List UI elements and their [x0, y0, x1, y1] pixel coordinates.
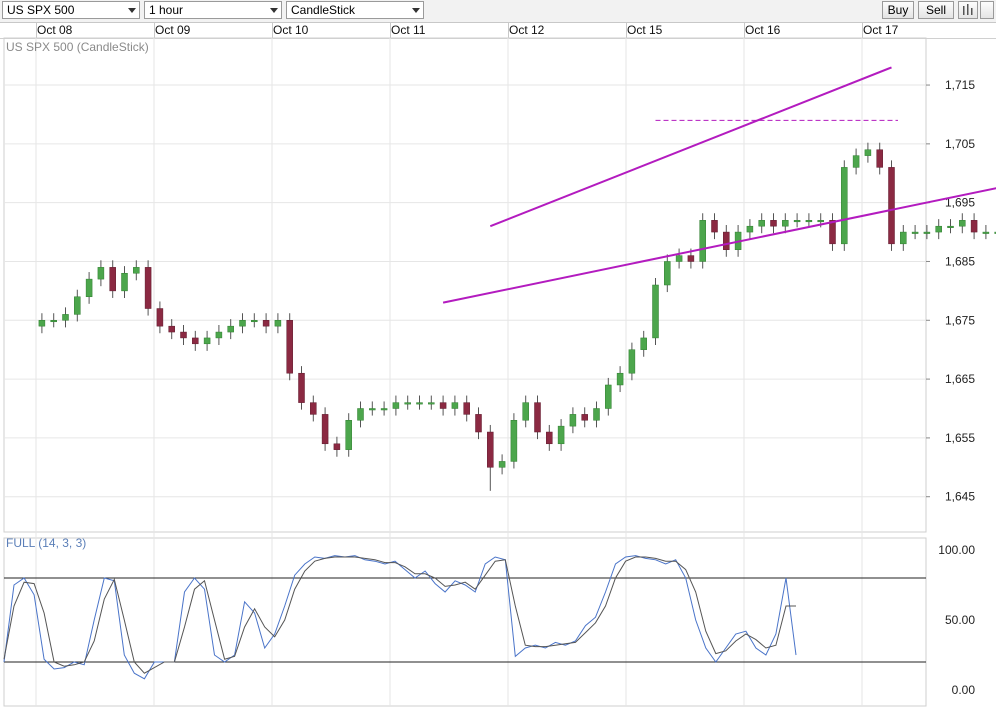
price-tick-label: 1,705 — [945, 137, 975, 151]
candle — [227, 325, 234, 333]
candle — [546, 431, 553, 445]
stoch-tick-label: 0.00 — [952, 683, 976, 697]
candle — [888, 167, 895, 245]
candle — [487, 431, 494, 468]
candle — [510, 420, 518, 462]
candle — [369, 408, 376, 411]
candle — [357, 408, 364, 421]
price-tick-label: 1,675 — [945, 313, 975, 327]
candle — [534, 402, 541, 433]
candle — [180, 331, 187, 339]
candle — [817, 220, 824, 223]
candle — [640, 337, 647, 350]
candle — [923, 231, 931, 234]
candle — [215, 331, 223, 339]
candle — [911, 231, 919, 234]
candle — [451, 402, 459, 409]
channel-lower-line — [442, 187, 996, 304]
candle — [959, 220, 966, 227]
candle — [581, 414, 588, 421]
price-panel-title: US SPX 500 (CandleStick) — [6, 40, 149, 54]
candle — [38, 320, 46, 327]
price-tick-label: 1,685 — [945, 254, 975, 268]
price-panel-frame — [3, 37, 927, 533]
candle — [192, 337, 199, 345]
candle — [782, 220, 789, 227]
candle — [463, 402, 470, 415]
candle — [74, 296, 81, 315]
candle — [498, 461, 506, 468]
price-tick-label: 1,645 — [945, 490, 975, 504]
candle — [746, 225, 754, 233]
candle — [286, 320, 293, 374]
candle — [982, 231, 990, 234]
candle — [628, 349, 636, 374]
candle — [605, 384, 612, 409]
candle — [675, 255, 683, 262]
candle — [109, 267, 116, 292]
candle — [770, 220, 777, 227]
price-tick-label: 1,665 — [945, 372, 975, 386]
candle — [557, 425, 565, 445]
candle — [416, 402, 423, 405]
stoch-series-line — [3, 556, 796, 674]
candle — [664, 261, 671, 286]
candle — [852, 155, 860, 168]
candle — [156, 308, 164, 327]
candle — [392, 402, 400, 409]
candle — [97, 267, 105, 280]
candle — [841, 167, 848, 245]
candle — [345, 420, 352, 450]
candle — [251, 320, 258, 323]
stoch-panel-title: FULL (14, 3, 3) — [6, 536, 86, 550]
candle — [144, 267, 152, 309]
candle — [758, 220, 765, 227]
stoch-series-line — [3, 555, 797, 680]
price-chart: 1,6451,6551,6651,6751,6851,6951,7051,715… — [3, 37, 996, 707]
candle — [805, 220, 813, 223]
candle — [121, 272, 128, 292]
candle — [699, 220, 706, 262]
candle — [569, 414, 577, 427]
candle — [793, 220, 801, 223]
candle — [428, 402, 435, 405]
candle — [50, 320, 57, 323]
candle — [321, 414, 329, 445]
price-tick-label: 1,715 — [945, 78, 975, 92]
candle — [711, 220, 718, 233]
candle — [522, 402, 529, 421]
candle — [723, 231, 730, 250]
candle — [876, 149, 883, 168]
candle — [168, 325, 175, 333]
candle — [970, 220, 978, 233]
candle — [380, 408, 388, 411]
stoch-tick-label: 50.00 — [945, 613, 975, 627]
candle — [593, 408, 600, 421]
candle — [274, 320, 282, 327]
candle — [864, 149, 872, 156]
candle — [404, 402, 411, 405]
candle — [475, 414, 482, 433]
candle — [687, 255, 695, 262]
candle — [85, 278, 93, 298]
stoch-panel-frame — [3, 537, 927, 707]
candle — [310, 402, 317, 415]
candle — [262, 320, 270, 327]
candle — [239, 320, 246, 327]
candle — [935, 225, 942, 233]
candle — [829, 220, 836, 245]
candle — [947, 225, 954, 228]
candle — [133, 267, 140, 274]
candle — [900, 231, 907, 245]
candle — [439, 402, 447, 409]
candle — [616, 372, 624, 386]
candle — [298, 372, 305, 403]
stoch-tick-label: 100.00 — [938, 543, 975, 557]
candle — [203, 337, 211, 345]
candle — [333, 443, 341, 450]
candle — [652, 284, 659, 339]
price-tick-label: 1,655 — [945, 431, 975, 445]
candle — [62, 314, 69, 321]
